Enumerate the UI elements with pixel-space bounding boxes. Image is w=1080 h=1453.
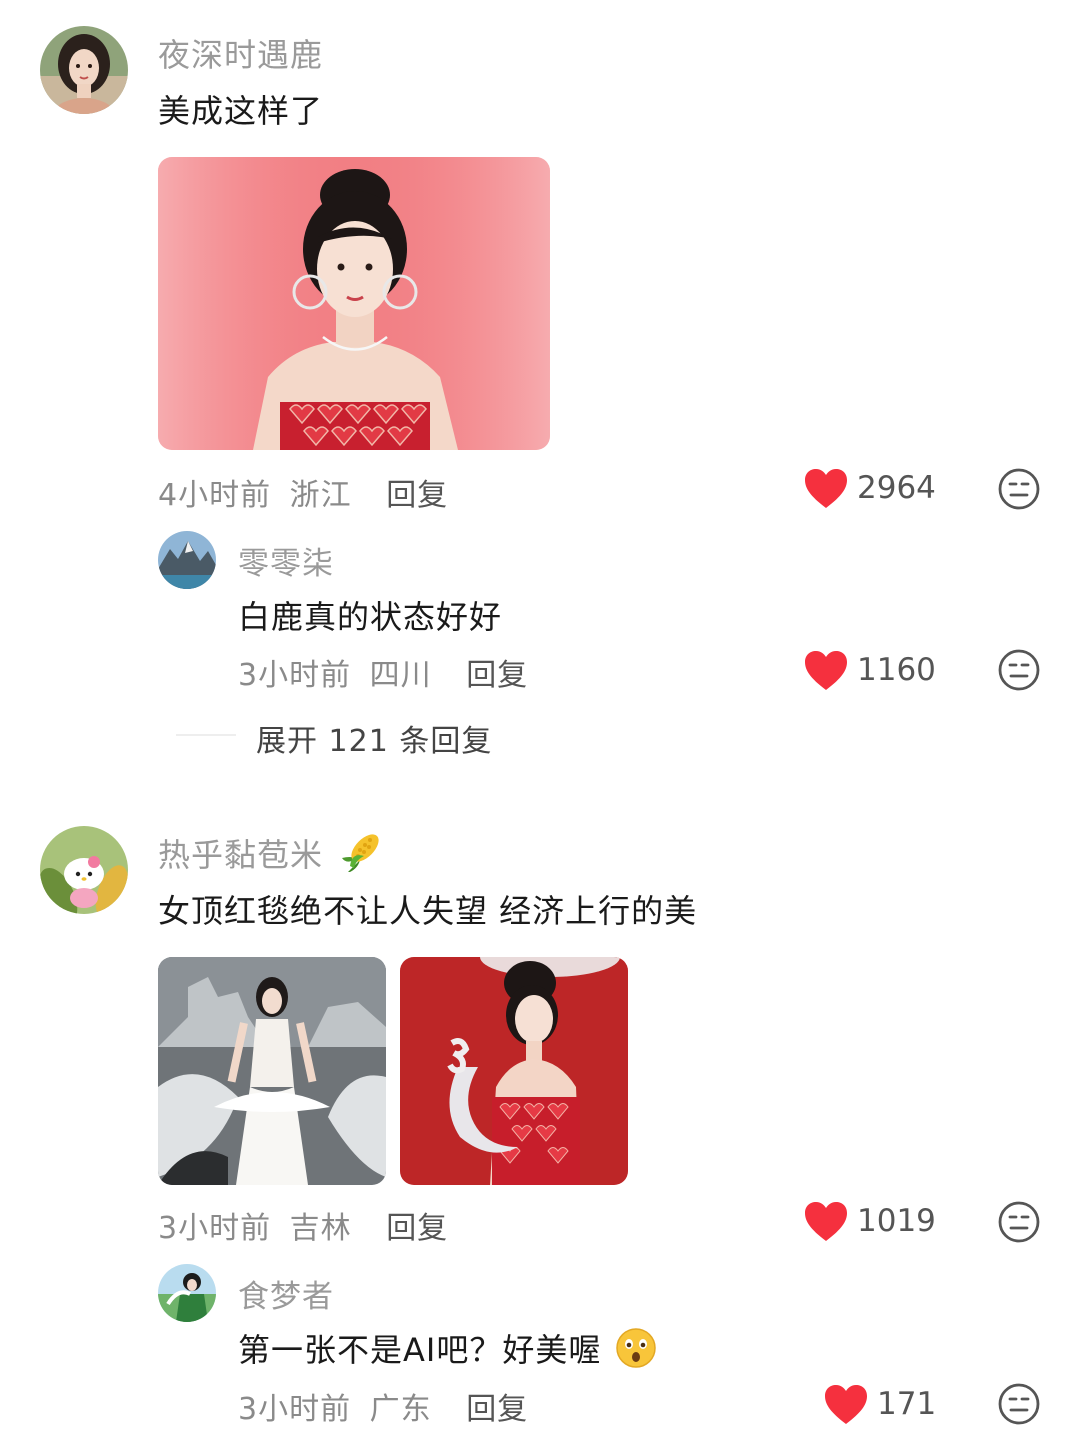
divider bbox=[176, 734, 236, 736]
timestamp: 4小时前 bbox=[158, 478, 272, 513]
like-count: 171 bbox=[877, 1386, 937, 1422]
comment-meta: 4小时前 浙江 回复 bbox=[158, 470, 448, 514]
reply-text-content: 第一张不是AI吧？好美喔 bbox=[238, 1331, 602, 1369]
heart-icon bbox=[825, 1385, 867, 1424]
reply-button[interactable]: 回复 bbox=[386, 478, 448, 513]
location: 吉林 bbox=[289, 1211, 352, 1246]
reply-meta: 3小时前 四川 回复 bbox=[238, 650, 528, 694]
dislike-button[interactable] bbox=[997, 1200, 1041, 1244]
username[interactable]: 夜深时遇鹿 bbox=[158, 30, 323, 76]
neutral-face-icon bbox=[998, 1383, 1040, 1425]
like-button[interactable] bbox=[804, 1201, 848, 1243]
dislike-button[interactable] bbox=[997, 467, 1041, 511]
timestamp: 3小时前 bbox=[158, 1211, 272, 1246]
avatar[interactable] bbox=[40, 26, 128, 114]
avatar[interactable] bbox=[40, 826, 128, 914]
timestamp: 3小时前 bbox=[238, 1392, 352, 1427]
reply-text: 白鹿真的状态好好 bbox=[238, 598, 503, 636]
heart-icon bbox=[805, 651, 847, 690]
comment-meta: 3小时前 吉林 回复 bbox=[158, 1203, 448, 1247]
like-button[interactable] bbox=[804, 468, 848, 510]
heart-icon bbox=[805, 1202, 847, 1241]
comment-image[interactable] bbox=[158, 157, 550, 450]
timestamp: 3小时前 bbox=[238, 658, 352, 693]
dislike-button[interactable] bbox=[997, 1382, 1041, 1426]
username[interactable]: 热乎黏苞米 bbox=[158, 830, 382, 876]
like-button[interactable] bbox=[824, 1384, 868, 1426]
astonished-face-emoji bbox=[615, 1328, 656, 1368]
reply-meta: 3小时前 广东 回复 bbox=[238, 1384, 528, 1428]
like-count: 1019 bbox=[857, 1203, 936, 1239]
reply-button[interactable]: 回复 bbox=[466, 1392, 528, 1427]
comment-image[interactable] bbox=[158, 957, 386, 1185]
expand-replies-button[interactable]: 展开 121 条回复 bbox=[256, 716, 492, 760]
comment-text: 美成这样了 bbox=[158, 92, 324, 130]
location: 浙江 bbox=[289, 478, 352, 513]
username-text: 热乎黏苞米 bbox=[158, 836, 324, 874]
reply-button[interactable]: 回复 bbox=[386, 1211, 448, 1246]
username[interactable]: 零零柒 bbox=[238, 538, 334, 583]
username[interactable]: 食梦者 bbox=[238, 1271, 334, 1316]
avatar[interactable] bbox=[158, 531, 216, 589]
reply-button[interactable]: 回复 bbox=[466, 658, 528, 693]
reply-text: 第一张不是AI吧？好美喔 bbox=[238, 1325, 657, 1371]
location: 四川 bbox=[369, 658, 432, 693]
comment-image[interactable] bbox=[400, 957, 628, 1185]
avatar[interactable] bbox=[158, 1264, 216, 1322]
comment-text: 女顶红毯绝不让人失望 经济上行的美 bbox=[158, 892, 698, 930]
heart-icon bbox=[805, 469, 847, 508]
like-count: 2964 bbox=[857, 470, 936, 506]
neutral-face-icon bbox=[998, 649, 1040, 691]
corn-emoji bbox=[342, 834, 379, 872]
like-count: 1160 bbox=[857, 652, 936, 688]
location: 广东 bbox=[369, 1392, 432, 1427]
neutral-face-icon bbox=[998, 1201, 1040, 1243]
dislike-button[interactable] bbox=[997, 648, 1041, 692]
like-button[interactable] bbox=[804, 650, 848, 692]
neutral-face-icon bbox=[998, 468, 1040, 510]
